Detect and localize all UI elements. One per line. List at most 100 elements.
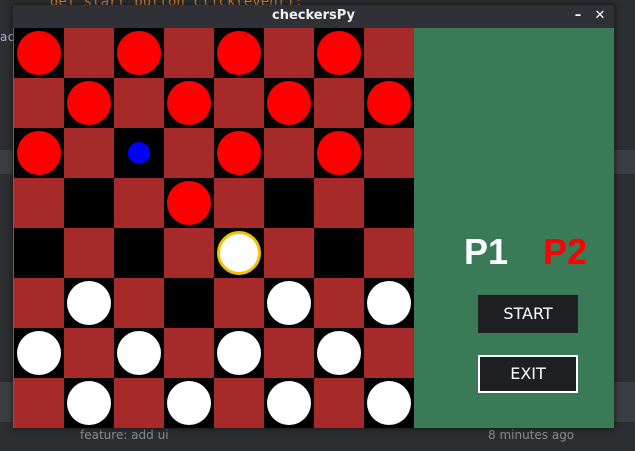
- board-square[interactable]: [364, 328, 414, 378]
- board-square[interactable]: [364, 128, 414, 178]
- red-checker-piece[interactable]: [117, 31, 161, 75]
- board-square[interactable]: [64, 178, 114, 228]
- minimize-icon[interactable]: –: [569, 7, 587, 25]
- board-square[interactable]: [14, 178, 64, 228]
- title-bar[interactable]: checkersPy – ✕: [13, 5, 614, 28]
- white-checker-piece[interactable]: [167, 381, 211, 425]
- board-square[interactable]: [14, 278, 64, 328]
- board-square[interactable]: [314, 378, 364, 428]
- white-checker-piece[interactable]: [267, 381, 311, 425]
- board-square[interactable]: [214, 78, 264, 128]
- board-square[interactable]: [114, 128, 164, 178]
- board-square[interactable]: [164, 328, 214, 378]
- board-square[interactable]: [364, 378, 414, 428]
- board-square[interactable]: [14, 328, 64, 378]
- board-square[interactable]: [264, 28, 314, 78]
- board-square[interactable]: [14, 78, 64, 128]
- board-square[interactable]: [314, 28, 364, 78]
- board-square[interactable]: [114, 228, 164, 278]
- board-square[interactable]: [64, 28, 114, 78]
- board-square[interactable]: [264, 278, 314, 328]
- board-square[interactable]: [364, 278, 414, 328]
- board-square[interactable]: [114, 28, 164, 78]
- board-square[interactable]: [64, 128, 114, 178]
- board-square[interactable]: [314, 78, 364, 128]
- board-square[interactable]: [364, 228, 414, 278]
- red-checker-piece[interactable]: [367, 81, 411, 125]
- player-one-label: P1: [464, 231, 509, 272]
- red-checker-piece[interactable]: [217, 31, 261, 75]
- red-checker-piece[interactable]: [317, 131, 361, 175]
- board-square[interactable]: [14, 128, 64, 178]
- background-panel: [0, 150, 14, 174]
- white-checker-piece[interactable]: [367, 381, 411, 425]
- red-checker-piece[interactable]: [317, 31, 361, 75]
- board-square[interactable]: [114, 328, 164, 378]
- white-checker-piece[interactable]: [67, 281, 111, 325]
- board-square[interactable]: [64, 78, 114, 128]
- board-square[interactable]: [364, 28, 414, 78]
- board-square[interactable]: [114, 78, 164, 128]
- red-checker-piece[interactable]: [267, 81, 311, 125]
- red-checker-piece[interactable]: [17, 31, 61, 75]
- board-square[interactable]: [264, 328, 314, 378]
- move-hint-marker[interactable]: [128, 142, 150, 164]
- board-square[interactable]: [264, 178, 314, 228]
- board-square[interactable]: [364, 78, 414, 128]
- board-square[interactable]: [114, 378, 164, 428]
- close-icon[interactable]: ✕: [591, 7, 609, 25]
- board-square[interactable]: [314, 178, 364, 228]
- board-square[interactable]: [314, 128, 364, 178]
- board-square[interactable]: [364, 178, 414, 228]
- red-checker-piece[interactable]: [67, 81, 111, 125]
- board-square[interactable]: [314, 278, 364, 328]
- start-button[interactable]: START: [478, 295, 578, 333]
- board-square[interactable]: [64, 278, 114, 328]
- board-square[interactable]: [214, 128, 264, 178]
- board-square[interactable]: [214, 178, 264, 228]
- board-square[interactable]: [214, 278, 264, 328]
- white-checker-piece[interactable]: [367, 281, 411, 325]
- checkers-board[interactable]: [14, 28, 414, 428]
- board-square[interactable]: [214, 28, 264, 78]
- white-checker-piece[interactable]: [317, 331, 361, 375]
- board-square[interactable]: [164, 278, 214, 328]
- player-two-label: P2: [543, 231, 588, 272]
- board-square[interactable]: [114, 278, 164, 328]
- white-checker-piece[interactable]: [267, 281, 311, 325]
- board-square[interactable]: [64, 228, 114, 278]
- board-square[interactable]: [14, 378, 64, 428]
- board-square[interactable]: [164, 228, 214, 278]
- board-square[interactable]: [264, 378, 314, 428]
- board-square[interactable]: [64, 328, 114, 378]
- selected-white-checker-piece[interactable]: [217, 231, 261, 275]
- board-square[interactable]: [214, 228, 264, 278]
- board-square[interactable]: [264, 128, 314, 178]
- board-square[interactable]: [214, 328, 264, 378]
- board-square[interactable]: [164, 178, 214, 228]
- red-checker-piece[interactable]: [17, 131, 61, 175]
- board-square[interactable]: [214, 378, 264, 428]
- board-square[interactable]: [314, 328, 364, 378]
- board-square[interactable]: [264, 78, 314, 128]
- board-square[interactable]: [114, 178, 164, 228]
- board-square[interactable]: [164, 128, 214, 178]
- board-square[interactable]: [164, 78, 214, 128]
- white-checker-piece[interactable]: [117, 331, 161, 375]
- board-square[interactable]: [164, 28, 214, 78]
- exit-button[interactable]: EXIT: [478, 355, 578, 393]
- board-square[interactable]: [164, 378, 214, 428]
- board-square[interactable]: [64, 378, 114, 428]
- red-checker-piece[interactable]: [167, 181, 211, 225]
- board-square[interactable]: [264, 228, 314, 278]
- background-panel: [614, 150, 635, 174]
- board-square[interactable]: [14, 28, 64, 78]
- background-commit-time: 8 minutes ago: [488, 428, 575, 442]
- board-square[interactable]: [14, 228, 64, 278]
- white-checker-piece[interactable]: [17, 331, 61, 375]
- board-square[interactable]: [314, 228, 364, 278]
- red-checker-piece[interactable]: [217, 131, 261, 175]
- white-checker-piece[interactable]: [67, 381, 111, 425]
- red-checker-piece[interactable]: [167, 81, 211, 125]
- white-checker-piece[interactable]: [217, 331, 261, 375]
